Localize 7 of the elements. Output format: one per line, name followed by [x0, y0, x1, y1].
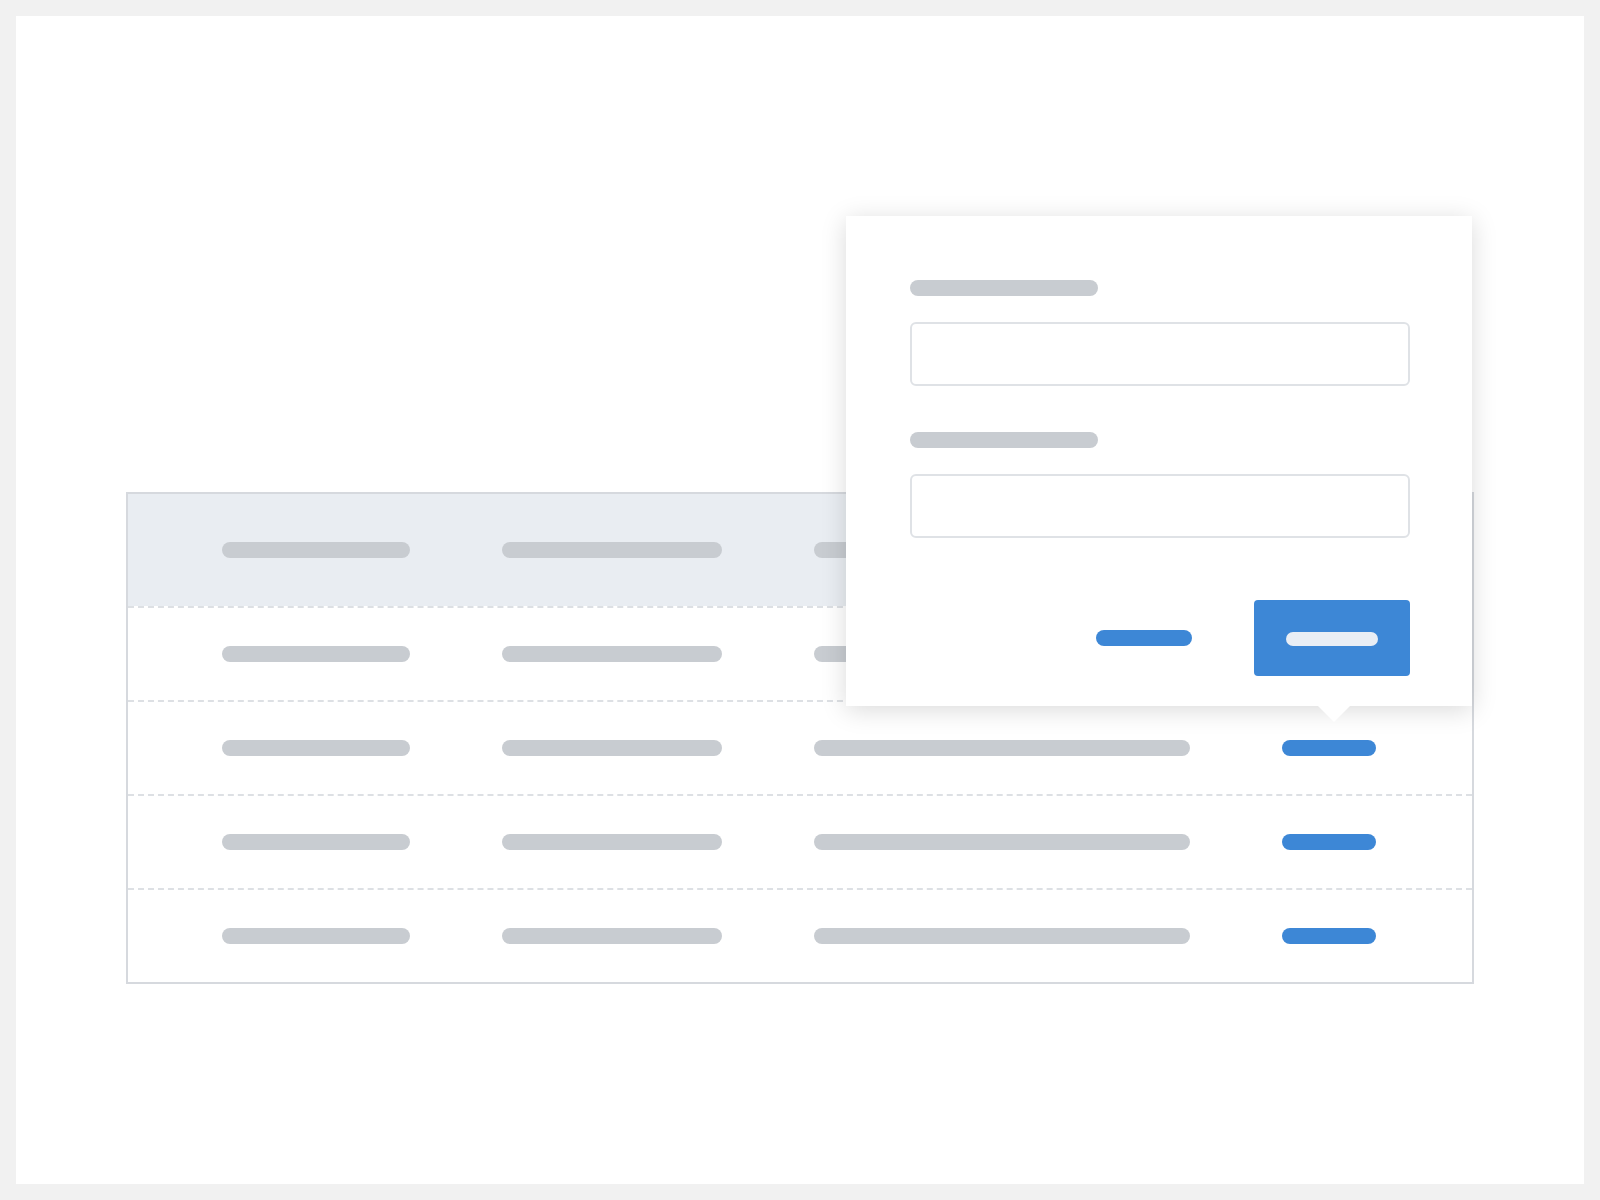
action-link[interactable] — [1282, 740, 1376, 756]
confirm-button[interactable] — [1254, 600, 1410, 676]
action-link[interactable] — [1282, 834, 1376, 850]
action-link[interactable] — [1282, 928, 1376, 944]
input-field[interactable] — [910, 474, 1410, 538]
input-field[interactable] — [910, 322, 1410, 386]
cancel-link[interactable] — [1096, 630, 1192, 646]
